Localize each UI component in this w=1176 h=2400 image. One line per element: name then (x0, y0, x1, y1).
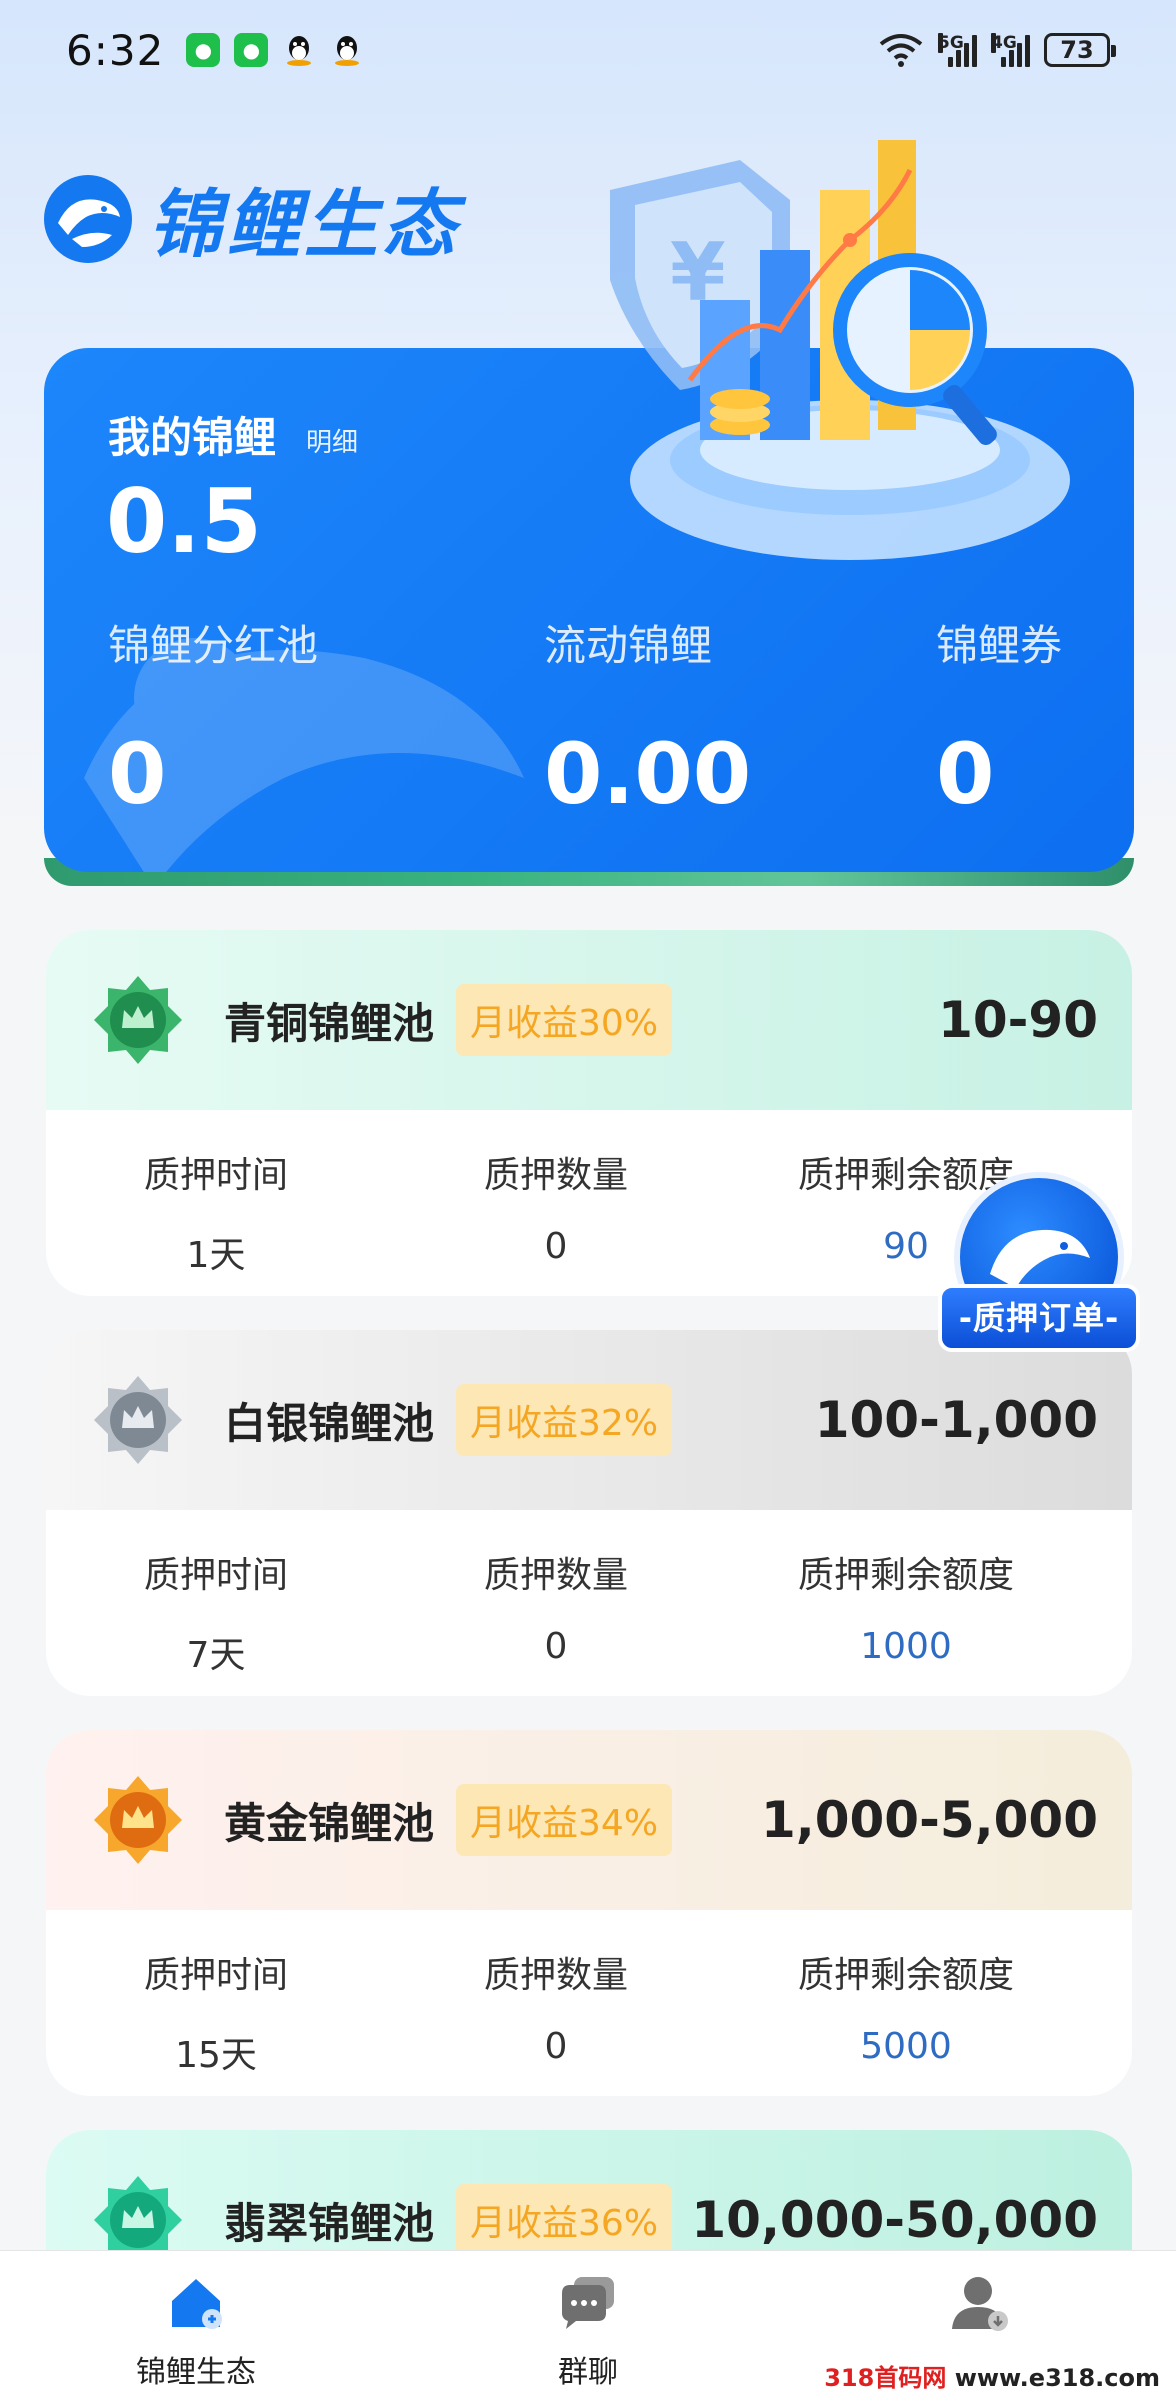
quantity-label: 质押数量 (483, 1155, 628, 1196)
pool-rate-badge: 月收益36% (456, 2184, 673, 2256)
battery-level: 73 (1060, 36, 1094, 64)
koi-logo-icon (44, 174, 132, 263)
pool-name: 翡翠锦鲤池 (224, 2198, 435, 2248)
signal-5g-icon: 5G (938, 33, 977, 67)
site-watermark-name: 318首码网 (824, 2364, 947, 2392)
pool-rate-badge: 月收益32% (456, 1384, 673, 1456)
status-bar: 6:32 ● ● 5G 4G 73 (0, 0, 1176, 100)
signal-4g-icon: 4G (991, 33, 1030, 67)
tab-group-chat[interactable]: 群聊 (392, 2251, 784, 2400)
stat-label: 锦鲤券 (936, 621, 1063, 670)
pool-card-silver[interactable]: 白银锦鲤池 月收益32% 100-1,000 质押时间 7天 质押数量 0 质押剩余… (46, 1330, 1132, 1696)
status-indicators: 5G 4G 73 (878, 32, 1116, 68)
pool-name: 黄金锦鲤池 (224, 1798, 435, 1848)
bronze-medal-icon (94, 976, 182, 1064)
my-koi-label: 我的锦鲤 (108, 413, 277, 462)
silver-medal-icon (94, 1376, 182, 1464)
notification-icons: ● ● (186, 33, 364, 67)
brand: 锦鲤生态 (42, 165, 460, 272)
status-time: 6:32 (66, 25, 165, 75)
liquid-koi-stat: 流动锦鲤 0.00 (544, 612, 751, 823)
pledge-order-button[interactable]: -质押订单- (938, 1172, 1140, 1362)
pool-header: 黄金锦鲤池 月收益34% 1,000-5,000 (46, 1730, 1132, 1910)
brand-title: 锦鲤生态 (148, 182, 460, 268)
remaining-label: 质押剩余额度 (797, 1955, 1014, 1996)
stat-value: 0 (108, 725, 167, 823)
pool-details: 质押时间 15天 质押数量 0 质押剩余额度 5000 (46, 1910, 1132, 2078)
koi-coupon-stat: 锦鲤券 0 (936, 612, 1062, 823)
pool-rate-badge: 月收益30% (456, 984, 673, 1056)
profile-icon (952, 2277, 1008, 2331)
pool-details: 质押时间 7天 质押数量 0 质押剩余额度 1000 (46, 1510, 1132, 1678)
quantity-value: 0 (544, 2026, 568, 2067)
period-value: 15天 (175, 2035, 257, 2076)
pool-range: 10,000-50,000 (691, 2191, 1098, 2249)
wechat-icon: ● (186, 33, 221, 67)
remaining-value: 5000 (860, 2026, 952, 2067)
tab-koi-ecosystem[interactable]: 锦鲤生态 (0, 2251, 392, 2400)
home-icon (172, 2279, 222, 2329)
stat-value: 0.00 (544, 725, 752, 823)
quantity-label: 质押数量 (483, 1955, 628, 1996)
period-value: 1天 (186, 1235, 246, 1276)
pool-range: 10-90 (938, 991, 1098, 1049)
stat-label: 锦鲤分红池 (108, 621, 319, 670)
pool-name: 白银锦鲤池 (224, 1398, 435, 1448)
pledge-order-label: -质押订单- (938, 1284, 1140, 1352)
my-koi-value: 0.5 (106, 470, 262, 573)
pool-name: 青铜锦鲤池 (224, 998, 435, 1048)
period-label: 质押时间 (143, 1155, 288, 1196)
pool-range: 1,000-5,000 (760, 1791, 1098, 1849)
qq-icon (282, 33, 316, 67)
battery-icon: 73 (1044, 33, 1116, 67)
period-value: 7天 (186, 1635, 246, 1676)
pool-card-gold[interactable]: 黄金锦鲤池 月收益34% 1,000-5,000 质押时间 15天 质押数量 0 质… (46, 1730, 1132, 2096)
chat-icon (562, 2277, 614, 2329)
quantity-label: 质押数量 (483, 1555, 628, 1596)
gold-medal-icon (94, 1776, 182, 1864)
pool-range: 100-1,000 (814, 1391, 1098, 1449)
site-watermark: 318首码网 www.e318.com (818, 2356, 1166, 2395)
quantity-value: 0 (544, 1226, 568, 1267)
finance-chart-illustration: ¥ (610, 140, 1070, 560)
wechat-icon: ● (234, 33, 269, 67)
network-type-label: 5G (938, 33, 964, 53)
period-label: 质押时间 (143, 1555, 288, 1596)
stat-value: 0 (936, 725, 995, 823)
network-type-label: 4G (991, 33, 1017, 53)
detail-link[interactable]: 明细 (306, 422, 358, 459)
pool-rate-badge: 月收益34% (456, 1784, 673, 1856)
remaining-label: 质押剩余额度 (797, 1555, 1014, 1596)
tab-label: 锦鲤生态 (136, 2355, 256, 2390)
stat-label: 流动锦鲤 (544, 621, 713, 670)
remaining-value: 1000 (860, 1626, 952, 1667)
site-watermark-url: www.e318.com (954, 2364, 1160, 2392)
dividend-pool-stat: 锦鲤分红池 0 (108, 612, 318, 823)
tab-label: 群聊 (558, 2355, 618, 2390)
qq-icon (330, 33, 364, 67)
pool-header: 青铜锦鲤池 月收益30% 10-90 (46, 930, 1132, 1110)
quantity-value: 0 (544, 1626, 568, 1667)
wifi-icon (879, 34, 923, 67)
period-label: 质押时间 (143, 1955, 288, 1996)
